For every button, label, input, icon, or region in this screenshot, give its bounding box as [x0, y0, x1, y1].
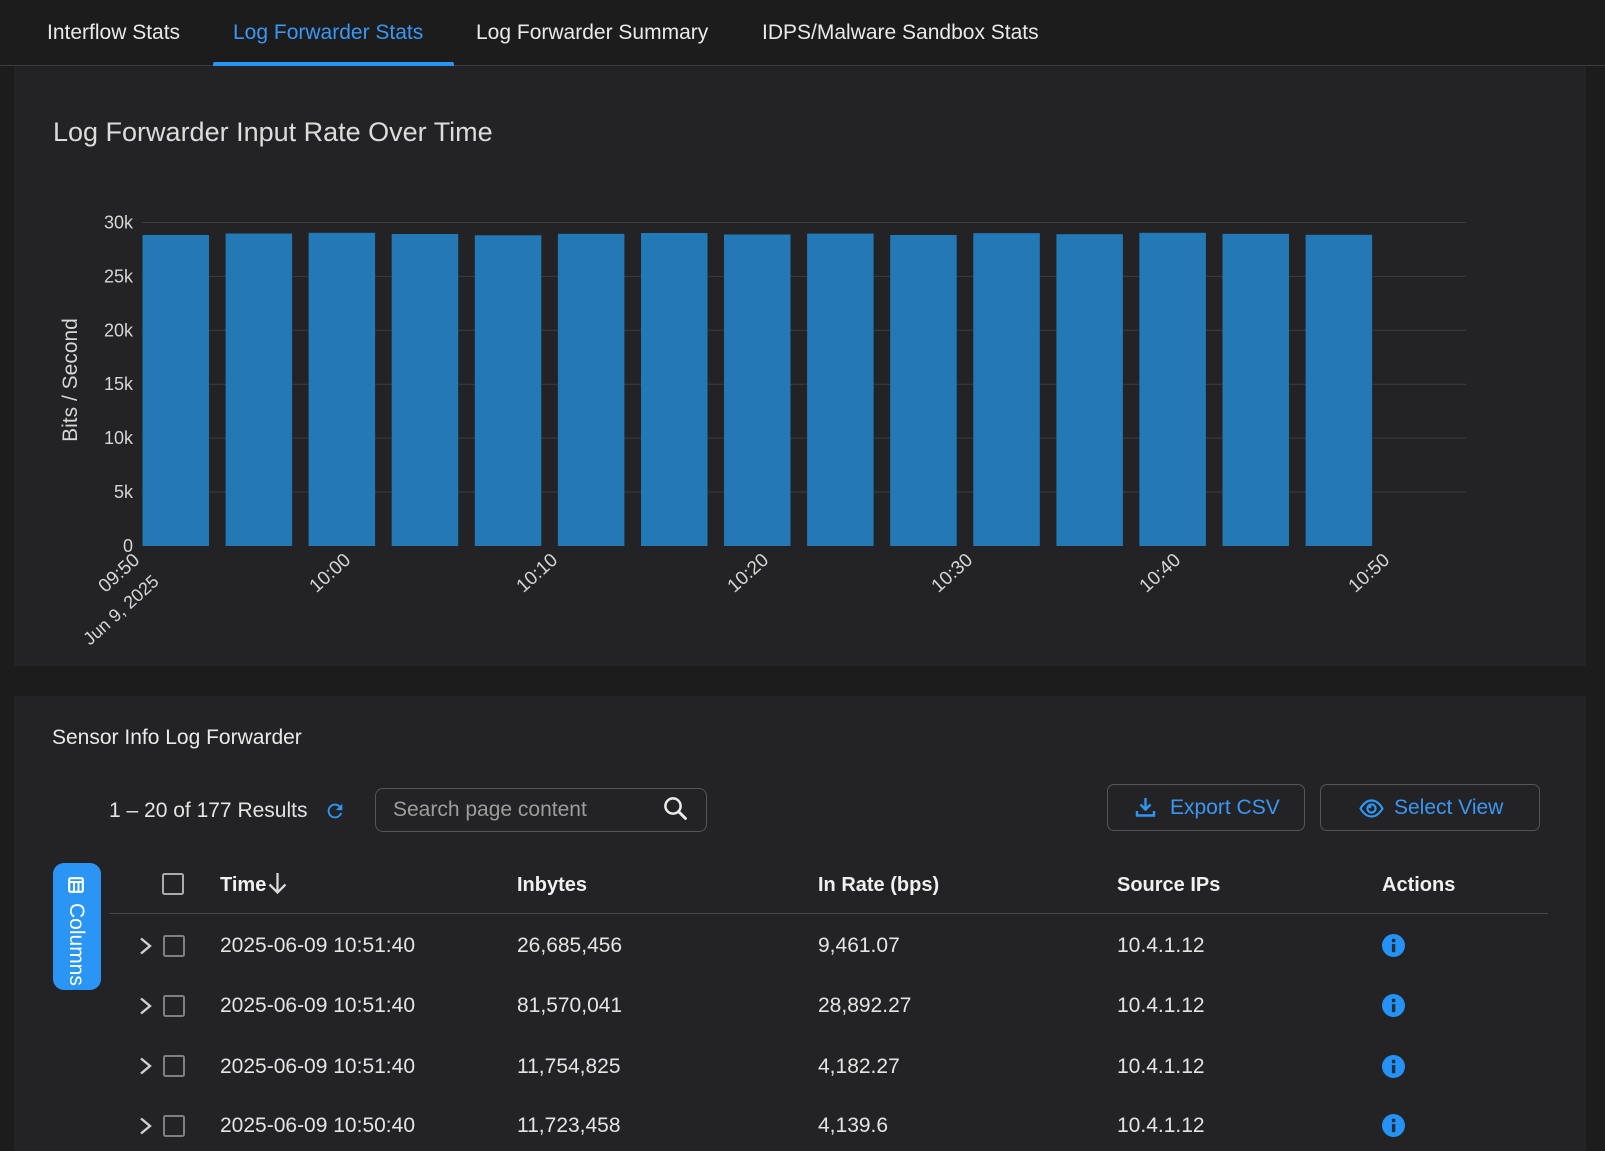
svg-text:10:10: 10:10: [513, 550, 562, 597]
svg-text:5k: 5k: [114, 482, 134, 502]
svg-text:Bits / Second: Bits / Second: [59, 318, 82, 442]
svg-text:10:50: 10:50: [1345, 550, 1394, 597]
svg-text:20k: 20k: [104, 320, 134, 340]
svg-text:30k: 30k: [104, 213, 134, 233]
svg-text:10:00: 10:00: [306, 550, 355, 597]
svg-text:10k: 10k: [104, 428, 134, 448]
svg-text:10:20: 10:20: [724, 550, 773, 597]
svg-text:10:40: 10:40: [1136, 550, 1185, 597]
svg-text:10:30: 10:30: [928, 550, 977, 597]
svg-text:15k: 15k: [104, 374, 134, 394]
svg-text:25k: 25k: [104, 266, 134, 286]
